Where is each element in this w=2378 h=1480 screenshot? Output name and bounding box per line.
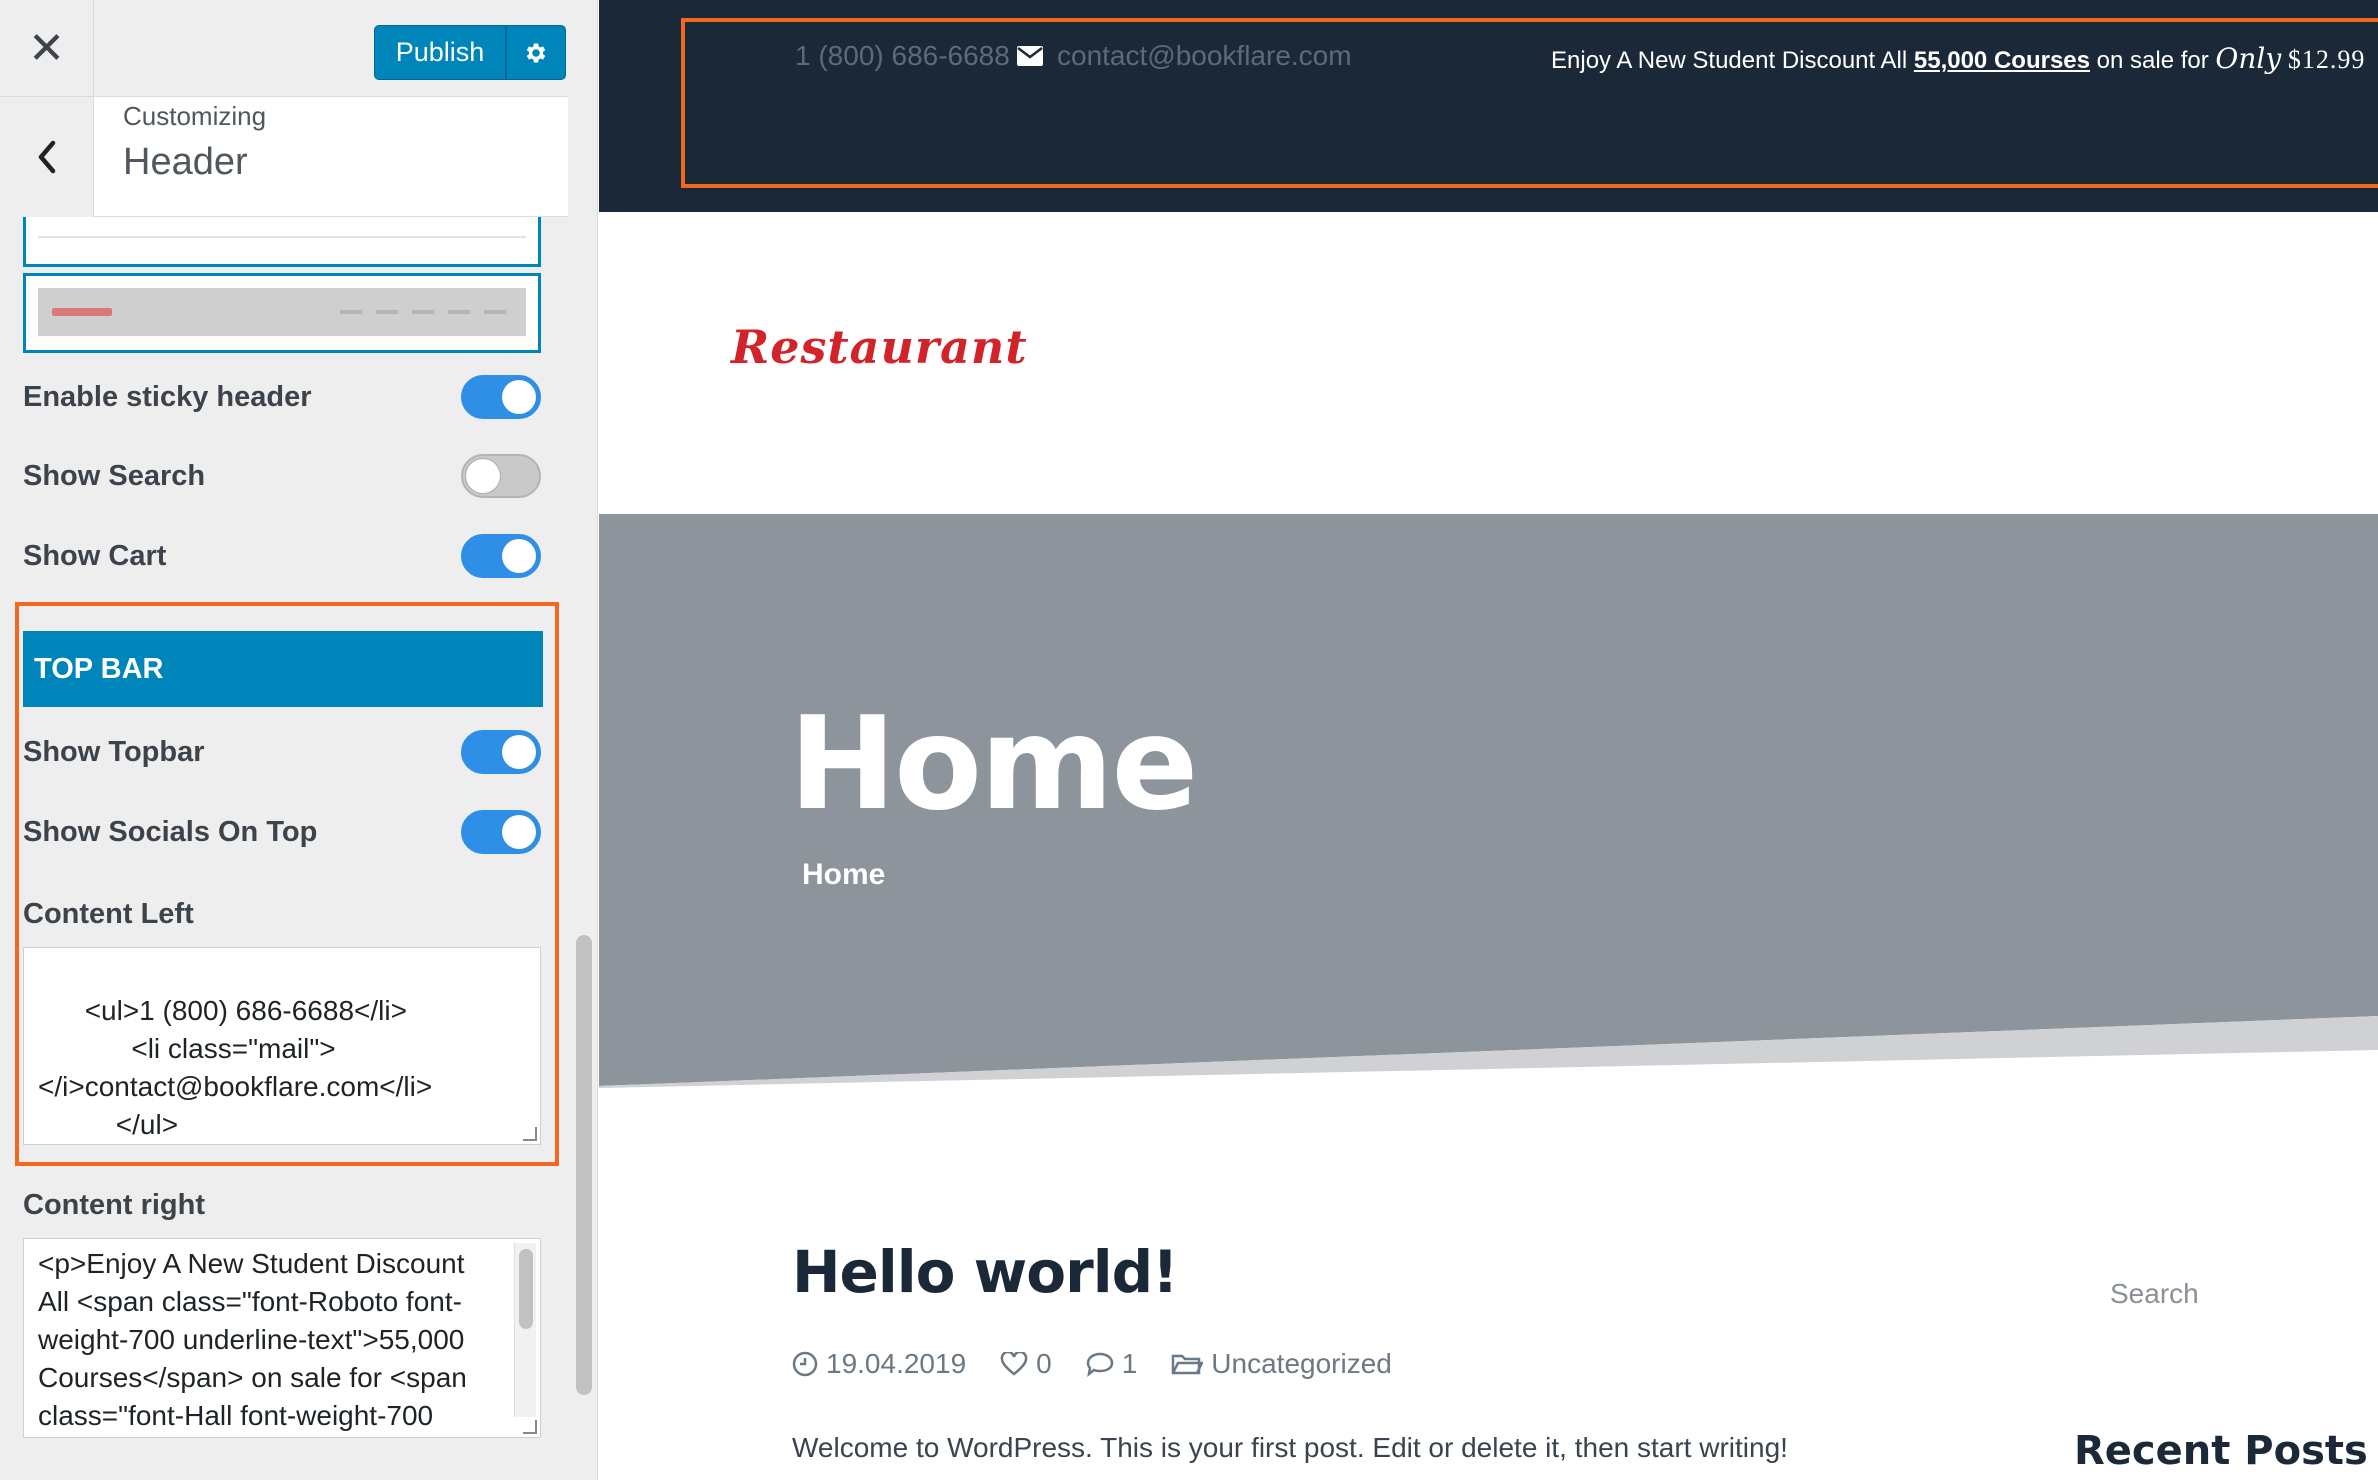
content-right-label: Content right: [23, 1189, 206, 1221]
post-title[interactable]: Hello world!: [792, 1238, 1179, 1306]
header-layout-option-2[interactable]: [23, 273, 541, 353]
show-cart-row: Show Cart: [23, 531, 541, 581]
post-date: 19.04.2019: [792, 1348, 966, 1380]
show-search-toggle[interactable]: [461, 454, 541, 498]
show-cart-label: Show Cart: [23, 539, 167, 572]
post-meta: 19.04.2019 0 1 Uncategorized: [792, 1348, 1392, 1380]
content-left-value: <ul>1 (800) 686-6688</li> <li class="mai…: [38, 995, 433, 1140]
content-right-value: <p>Enjoy A New Student Discount All <spa…: [38, 1248, 467, 1431]
post-likes-count: 0: [1036, 1348, 1052, 1379]
resize-handle[interactable]: [523, 1127, 537, 1141]
customizing-label: Customizing: [123, 101, 267, 131]
content-left-textarea[interactable]: <ul>1 (800) 686-6688</li> <li class="mai…: [23, 947, 541, 1145]
clock-icon: [792, 1351, 818, 1377]
post-category[interactable]: Uncategorized: [1171, 1348, 1392, 1380]
show-socials-row: Show Socials On Top: [23, 807, 541, 857]
close-icon: ✕: [28, 24, 65, 73]
chevron-left-icon: [38, 140, 55, 174]
resize-handle[interactable]: [523, 1420, 537, 1434]
post-comments-count: 1: [1121, 1348, 1138, 1379]
customizer-sidebar: ✕ Publish Customizing Header Enable stic…: [0, 0, 598, 1480]
content-left-label: Content Left: [23, 898, 194, 930]
post-category-text: Uncategorized: [1211, 1348, 1392, 1379]
site-topbar: 1 (800) 686-6688 contact@bookflare.com E…: [599, 0, 2378, 212]
sticky-header-row: Enable sticky header: [23, 372, 541, 422]
show-search-row: Show Search: [23, 451, 541, 501]
topbar-promo: Enjoy A New Student Discount All 55,000 …: [1551, 42, 2365, 75]
sticky-header-toggle[interactable]: [461, 375, 541, 419]
customizer-header: ✕ Publish: [0, 0, 568, 97]
post-date-text: 19.04.2019: [826, 1348, 967, 1379]
show-search-label: Show Search: [23, 459, 206, 492]
show-topbar-row: Show Topbar: [23, 727, 541, 777]
sidebar-scrollbar[interactable]: [574, 217, 594, 1480]
show-socials-toggle[interactable]: [461, 810, 541, 854]
content-right-textarea[interactable]: <p>Enjoy A New Student Discount All <spa…: [23, 1238, 541, 1438]
post-likes[interactable]: 0: [1000, 1348, 1052, 1380]
site-logo[interactable]: Restaurant: [731, 320, 1028, 374]
promo-text-2: on sale for: [2089, 47, 2216, 74]
topbar-email[interactable]: contact@bookflare.com: [1057, 40, 1352, 72]
back-button[interactable]: [0, 97, 94, 217]
sticky-header-label: Enable sticky header: [23, 380, 312, 413]
mail-icon: [1017, 46, 1043, 66]
hero-breadcrumb[interactable]: Home: [802, 858, 885, 892]
topbar-section-heading: TOP BAR: [23, 631, 543, 707]
recent-posts-heading: Recent Posts: [2074, 1428, 2368, 1474]
section-title: Header: [123, 141, 248, 183]
show-socials-label: Show Socials On Top: [23, 815, 318, 848]
header-layout-option-1[interactable]: [23, 217, 541, 267]
close-customizer-button[interactable]: ✕: [0, 0, 94, 97]
gear-icon: [526, 42, 546, 63]
heart-icon: [1000, 1352, 1028, 1376]
section-title-bar: Customizing Header: [0, 97, 568, 217]
comment-icon: [1086, 1352, 1113, 1377]
publish-settings-button[interactable]: [506, 25, 566, 80]
controls-panel[interactable]: Enable sticky header Show Search Show Ca…: [0, 217, 568, 1480]
hero-title: Home: [789, 690, 1198, 839]
folder-icon: [1172, 1354, 1204, 1375]
site-preview: 1 (800) 686-6688 contact@bookflare.com E…: [599, 0, 2378, 1480]
publish-button[interactable]: Publish: [374, 25, 506, 80]
show-cart-toggle[interactable]: [461, 534, 541, 578]
show-topbar-toggle[interactable]: [461, 730, 541, 774]
show-topbar-label: Show Topbar: [23, 735, 205, 768]
promo-price: $12.99: [2287, 45, 2366, 74]
textarea-scrollbar[interactable]: [514, 1243, 536, 1417]
sidebar-search-input[interactable]: Search: [2110, 1278, 2199, 1310]
topbar-phone[interactable]: 1 (800) 686-6688: [795, 40, 1010, 72]
hero-wave: [599, 1016, 2378, 1100]
promo-courses-link[interactable]: 55,000 Courses: [1914, 47, 2090, 74]
publish-group: Publish: [374, 25, 566, 80]
promo-only: Only: [2215, 42, 2282, 75]
post-comments[interactable]: 1: [1086, 1348, 1138, 1380]
post-excerpt: Welcome to WordPress. This is your first…: [792, 1432, 1788, 1463]
promo-text-1: Enjoy A New Student Discount All: [1551, 47, 1914, 74]
